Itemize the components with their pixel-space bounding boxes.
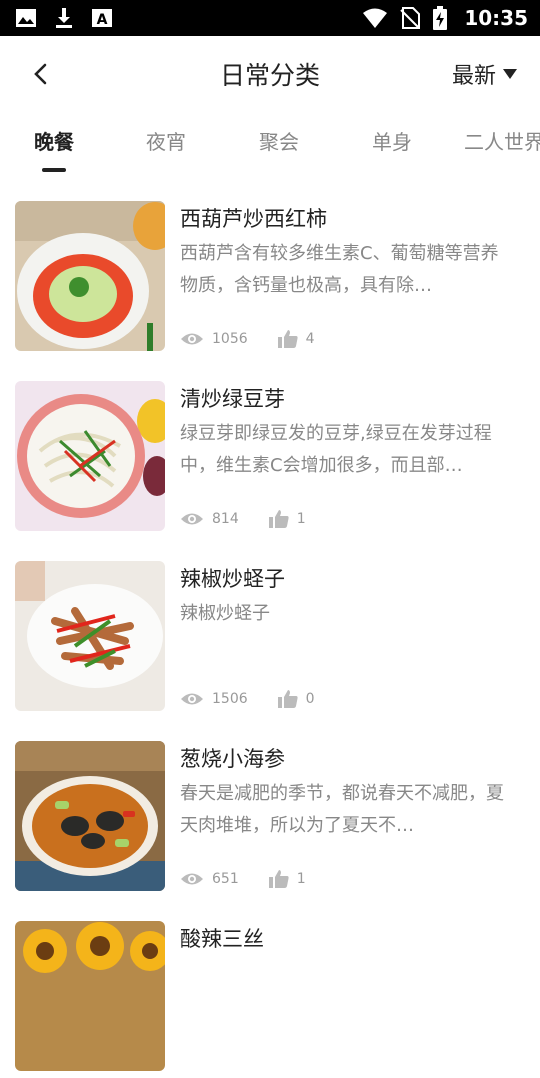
thumbs-up-icon — [277, 330, 298, 348]
view-count: 651 — [212, 871, 239, 887]
recipe-description: 绿豆芽即绿豆发的豆芽,绿豆在发芽过程中，维生素C会增加很多，而且部… — [180, 423, 492, 476]
like-count: 1 — [296, 871, 306, 887]
view-count: 1056 — [212, 331, 248, 347]
recipe-description: 春天是减肥的季节，都说春天不减肥，夏天肉堆堆，所以为了夏天不… — [180, 783, 504, 836]
svg-text:A: A — [97, 12, 108, 28]
eye-icon — [181, 333, 203, 345]
image-icon — [16, 9, 36, 27]
thumbs-up-icon — [277, 690, 298, 708]
thumbs-up-icon — [268, 870, 289, 888]
recipe-description: 西葫芦含有较多维生素C、葡萄糖等营养物质，含钙量也极高，具有除… — [180, 243, 499, 296]
recipe-item[interactable]: 葱烧小海参 春天是减肥的季节，都说春天不减肥，夏天肉堆堆，所以为了夏天不… 65… — [0, 718, 540, 898]
no-sim-icon — [400, 7, 421, 29]
recipe-item[interactable]: 辣椒炒蛏子 辣椒炒蛏子 1506 0 — [0, 538, 540, 718]
like-count: 0 — [305, 691, 315, 707]
caret-down-icon — [503, 69, 517, 79]
view-count: 1506 — [212, 691, 248, 707]
sort-dropdown[interactable]: 最新 — [452, 58, 518, 90]
sunflower-photo — [15, 921, 165, 1071]
view-count: 814 — [212, 511, 239, 527]
razor-clam-photo — [15, 561, 165, 711]
app-bar: 日常分类 最新 — [0, 36, 540, 112]
like-count: 1 — [296, 511, 306, 527]
recipe-item[interactable]: 清炒绿豆芽 绿豆芽即绿豆发的豆芽,绿豆在发芽过程中，维生素C会增加很多，而且部…… — [0, 358, 540, 538]
tab-dinner[interactable]: 晚餐 — [34, 126, 74, 155]
eye-icon — [181, 513, 203, 525]
recipe-title: 清炒绿豆芽 — [180, 387, 285, 411]
recipe-title: 酸辣三丝 — [180, 927, 264, 951]
category-tabs: 晚餐 夜宵 聚会 单身 二人世界 — [0, 112, 540, 178]
recipe-meta: 1056 4 — [180, 330, 315, 348]
thumbs-up-icon — [268, 510, 289, 528]
sea-cucumber-photo — [15, 741, 165, 891]
active-tab-indicator — [42, 168, 66, 172]
tab-late-night-snack[interactable]: 夜宵 — [146, 126, 186, 155]
battery-charging-icon — [433, 6, 448, 30]
status-time: 10:35 — [464, 6, 528, 30]
tab-single[interactable]: 单身 — [372, 126, 412, 155]
back-button[interactable] — [28, 60, 56, 88]
eye-icon — [181, 693, 203, 705]
recipe-title: 辣椒炒蛏子 — [180, 567, 285, 591]
recipe-meta: 651 1 — [180, 870, 306, 888]
recipe-description: 辣椒炒蛏子 — [180, 603, 270, 624]
recipe-title: 葱烧小海参 — [180, 747, 285, 771]
recipe-item[interactable]: 酸辣三丝 — [0, 898, 540, 1078]
font-a-icon: A — [92, 9, 112, 28]
status-bar: A 10:35 — [0, 0, 540, 36]
tab-couple[interactable]: 二人世界 — [464, 126, 540, 155]
chevron-left-icon — [34, 63, 47, 85]
recipe-meta: 814 1 — [180, 510, 306, 528]
recipe-thumbnail — [15, 741, 165, 891]
zucchini-tomato-photo — [15, 201, 165, 351]
wifi-icon — [363, 8, 388, 28]
recipe-title: 西葫芦炒西红柿 — [180, 207, 327, 231]
recipe-meta: 1506 0 — [180, 690, 315, 708]
recipe-thumbnail — [15, 561, 165, 711]
bean-sprouts-photo — [15, 381, 165, 531]
status-left-icons: A — [14, 6, 114, 30]
status-right-icons: 10:35 — [362, 6, 528, 30]
eye-icon — [181, 873, 203, 885]
recipe-thumbnail — [15, 381, 165, 531]
recipe-thumbnail — [15, 921, 165, 1071]
download-icon — [56, 8, 72, 28]
like-count: 4 — [305, 331, 315, 347]
sort-label: 最新 — [451, 64, 496, 89]
recipe-thumbnail — [15, 201, 165, 351]
tab-party[interactable]: 聚会 — [259, 126, 299, 155]
recipe-item[interactable]: 西葫芦炒西红柿 西葫芦含有较多维生素C、葡萄糖等营养物质，含钙量也极高，具有除…… — [0, 178, 540, 358]
